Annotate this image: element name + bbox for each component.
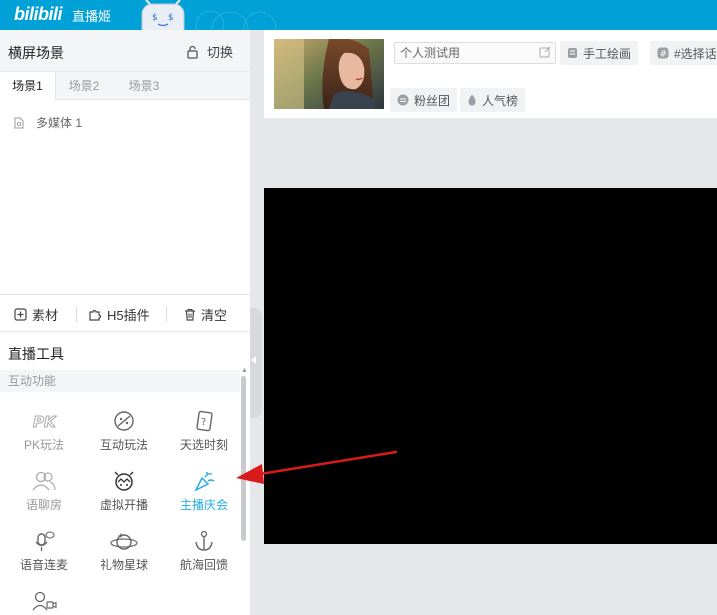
tool-video-link[interactable] [4, 590, 84, 615]
people-icon [32, 471, 56, 491]
svg-text:#: # [660, 50, 668, 60]
svg-text:$: $ [152, 13, 158, 23]
topic-chip[interactable]: # #选择话 [650, 41, 717, 65]
top-bar: bilibili 直播姬 $ $ [0, 0, 717, 30]
material-label: 素材 [32, 308, 59, 323]
collapse-arrow-icon [251, 356, 256, 364]
media-file-icon [14, 117, 24, 128]
mic-chat-icon [35, 531, 55, 551]
tab-scene-1[interactable]: 场景1 [0, 72, 56, 100]
tool-lottery[interactable]: ? 天选时刻 [164, 410, 244, 453]
tool-label: 天选时刻 [179, 438, 228, 452]
tool-label: PK玩法 [23, 438, 64, 452]
switch-label: 切换 [207, 45, 234, 60]
video-user-icon [32, 591, 57, 611]
category-label: 手工绘画 [583, 46, 632, 61]
live-tools-title: 直播工具 [8, 346, 64, 362]
h5-plugin-label: H5插件 [107, 308, 150, 323]
scrollbar[interactable] [241, 376, 246, 541]
pk-icon: PK [33, 413, 58, 432]
tool-label: 礼物星球 [99, 558, 148, 572]
tool-interactive-play[interactable]: 互动玩法 [84, 410, 164, 453]
tool-label: 互动玩法 [99, 438, 148, 452]
toolbar-divider [76, 306, 77, 322]
bilibili-logo: bilibili [14, 4, 63, 24]
tool-virtual-live[interactable]: 虚拟开播 [84, 470, 164, 513]
gamepad-icon [114, 411, 134, 431]
edit-icon[interactable] [539, 46, 551, 58]
panel-collapse-handle[interactable] [250, 308, 262, 418]
fan-club-label: 粉丝团 [414, 93, 451, 108]
switch-button[interactable]: 切换 [186, 42, 233, 61]
left-panel: 横屏场景 切换 场景1 场景2 场景3 多媒体 1 素材 H5插件 清空 直播工… [0, 30, 250, 615]
source-item[interactable]: 多媒体 1 [14, 114, 82, 131]
tool-label: 航海回馈 [179, 558, 228, 572]
svg-text:$: $ [168, 13, 174, 23]
source-toolbar: 素材 H5插件 清空 [0, 294, 250, 332]
add-box-icon [14, 308, 27, 321]
puzzle-icon [89, 309, 102, 321]
material-button[interactable]: 素材 [14, 305, 58, 324]
scene-tabs: 场景1 场景2 场景3 [0, 72, 250, 100]
room-title-input[interactable]: 个人测试用 [394, 42, 556, 64]
category-icon [568, 48, 577, 58]
tool-label: 语聊房 [25, 498, 62, 512]
mascot-icon: $ $ [141, 0, 185, 30]
section-label: 互动功能 [0, 370, 240, 392]
topbar-pattern [195, 10, 277, 30]
tool-anchor-celebration[interactable]: 主播庆会 [164, 470, 244, 513]
fan-club-icon [397, 94, 409, 106]
app-name: 直播姬 [72, 9, 112, 24]
trash-icon [185, 308, 195, 321]
tool-label: 语音连麦 [19, 558, 68, 572]
lock-icon [187, 45, 198, 59]
tool-voice-room[interactable]: 语聊房 [4, 470, 84, 513]
source-label: 多媒体 1 [36, 116, 83, 130]
virtual-avatar-icon [114, 471, 134, 491]
h5-plugin-button[interactable]: H5插件 [88, 305, 150, 324]
scene-title: 横屏场景 [8, 45, 64, 61]
party-popper-icon [194, 472, 215, 492]
tool-label: 虚拟开播 [99, 498, 148, 512]
svg-text:PK: PK [33, 413, 57, 431]
hashtag-icon: # [657, 47, 669, 59]
tool-pk[interactable]: PK PK玩法 [4, 410, 84, 453]
popularity-label: 人气榜 [482, 93, 519, 108]
tab-scene-2[interactable]: 场景2 [56, 72, 112, 100]
live-preview-canvas[interactable] [264, 188, 717, 544]
cover-image[interactable] [274, 39, 384, 109]
svg-text:?: ? [201, 417, 206, 428]
tool-label: 主播庆会 [179, 498, 228, 512]
clear-label: 清空 [201, 308, 228, 323]
room-info-card: 个人测试用 手工绘画 # #选择话 粉丝团 人气榜 [264, 30, 717, 118]
planet-icon [110, 533, 138, 550]
popularity-chip[interactable]: 人气榜 [460, 88, 526, 112]
clear-button[interactable]: 清空 [184, 305, 227, 324]
category-chip[interactable]: 手工绘画 [560, 41, 639, 65]
fan-club-chip[interactable]: 粉丝团 [390, 88, 458, 112]
room-title-value: 个人测试用 [400, 46, 461, 60]
scroll-up-icon[interactable]: ▲ [241, 367, 248, 374]
tool-voice-link[interactable]: 语音连麦 [4, 530, 84, 573]
flame-icon [468, 94, 476, 106]
topic-label: #选择话 [674, 46, 717, 61]
tab-scene-3[interactable]: 场景3 [116, 72, 172, 100]
tool-voyage-reward[interactable]: 航海回馈 [164, 530, 244, 573]
lottery-card-icon: ? [196, 410, 213, 432]
anchor-icon [195, 530, 213, 551]
toolbar-divider [166, 306, 167, 322]
scene-header: 横屏场景 切换 [0, 30, 250, 72]
tool-gift-planet[interactable]: 礼物星球 [84, 530, 164, 573]
